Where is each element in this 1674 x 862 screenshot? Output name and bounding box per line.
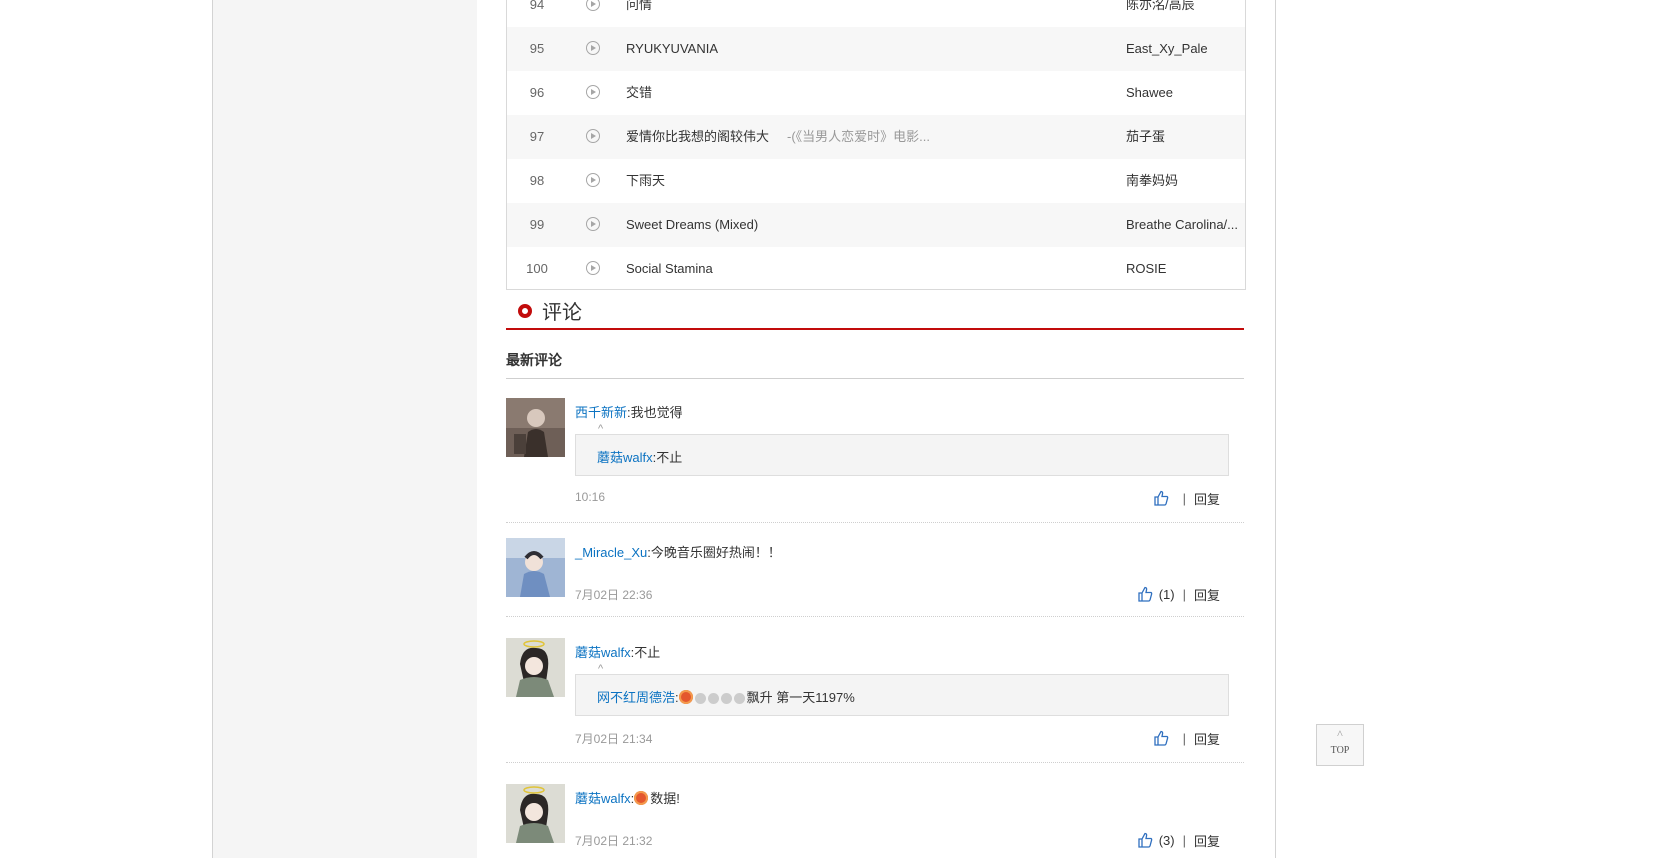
track-row: 94 问情 陈亦洺/高辰 <box>507 0 1245 27</box>
track-rank: 98 <box>529 173 545 188</box>
like-count: (3) <box>1158 832 1175 848</box>
reply-button[interactable]: 回复 <box>1194 585 1220 604</box>
play-icon[interactable] <box>586 217 600 231</box>
comment-username[interactable]: 蘑菇walfx <box>575 645 631 660</box>
comment-content: 数据! <box>650 791 680 806</box>
comment-username[interactable]: _Miracle_Xu <box>575 545 647 560</box>
comment-timestamp: 7月02日 21:32 <box>575 834 653 848</box>
track-artist[interactable]: 茄子蛋 <box>1126 115 1245 159</box>
track-row: 95 RYUKYUVANIA East_Xy_Pale <box>507 27 1245 71</box>
emoji-icon <box>707 693 719 704</box>
comment-text: _Miracle_Xu:今晚音乐圈好热闹！！ <box>575 545 781 560</box>
section-bullet-icon <box>518 304 532 318</box>
track-row: 100 Social Stamina ROSIE <box>507 247 1245 289</box>
top-label: TOP <box>1330 745 1350 756</box>
comment-actions: | 回复 <box>1153 488 1220 508</box>
reply-text: 蘑菇walfx:不止 <box>597 450 683 465</box>
comment-item: 西千新新:我也觉得 ^ 蘑菇walfx:不止 10:16 | 回复 <box>506 398 1244 523</box>
play-icon[interactable] <box>586 0 600 11</box>
track-title[interactable]: RYUKYUVANIA <box>626 27 718 71</box>
thumbs-up-icon[interactable] <box>1153 730 1169 746</box>
comment-actions: (1) | 回复 <box>1137 584 1220 604</box>
comment-item: 蘑菇walfx: 数据! 7月02日 21:32 (3) | 回复 <box>506 784 1244 862</box>
track-rank: 96 <box>529 85 545 100</box>
track-row: 98 下雨天 南拳妈妈 <box>507 159 1245 203</box>
play-icon[interactable] <box>586 41 600 55</box>
emoji-icon <box>720 693 732 704</box>
comment-content: 我也觉得 <box>630 405 683 420</box>
track-row: 96 交错 Shawee <box>507 71 1245 115</box>
left-sidebar-panel <box>212 0 479 858</box>
comment-timestamp: 10:16 <box>575 490 606 504</box>
avatar[interactable] <box>506 398 565 457</box>
reply-button[interactable]: 回复 <box>1194 729 1220 748</box>
avatar[interactable] <box>506 538 565 597</box>
comment-username[interactable]: 蘑菇walfx <box>575 791 631 806</box>
track-alias: -(《当男人恋爱时》电影... <box>787 129 931 144</box>
track-artist[interactable]: 陈亦洺/高辰 <box>1126 0 1245 27</box>
quoted-reply: ^ 蘑菇walfx:不止 <box>575 423 1229 476</box>
back-to-top-button[interactable]: ^ TOP <box>1316 724 1364 766</box>
track-row: 97 爱情你比我想的阁较伟大 -(《当男人恋爱时》电影... 茄子蛋 <box>507 115 1245 159</box>
thumbs-up-icon[interactable] <box>1137 586 1153 602</box>
avatar[interactable] <box>506 638 565 697</box>
play-icon[interactable] <box>586 173 600 187</box>
comment-timestamp: 7月02日 21:34 <box>575 732 653 746</box>
track-rank: 100 <box>526 261 548 276</box>
track-title[interactable]: Social Stamina <box>626 247 713 289</box>
play-icon[interactable] <box>586 261 600 275</box>
comment-item: 蘑菇walfx:不止 ^ 网不红周德浩: 飘升 第一天1197% 7月02日 21… <box>506 638 1244 763</box>
thumbs-up-icon[interactable] <box>1137 832 1153 848</box>
track-artist[interactable]: East_Xy_Pale <box>1126 27 1245 71</box>
track-rank: 95 <box>529 41 545 56</box>
comment-text: 蘑菇walfx:不止 <box>575 645 661 660</box>
track-row: 99 Sweet Dreams (Mixed) Breathe Carolina… <box>507 203 1245 247</box>
track-title[interactable]: 下雨天 <box>626 159 665 203</box>
reply-button[interactable]: 回复 <box>1194 489 1220 508</box>
track-rank: 94 <box>529 0 545 12</box>
track-artist[interactable]: 南拳妈妈 <box>1126 159 1245 203</box>
comment-text: 西千新新:我也觉得 <box>575 405 683 420</box>
reply-username[interactable]: 蘑菇walfx <box>597 450 653 465</box>
track-artist[interactable]: ROSIE <box>1126 247 1245 289</box>
track-title[interactable]: Sweet Dreams (Mixed) <box>626 203 758 247</box>
comments-section-header: 评论 <box>506 292 1244 330</box>
emoji-icon <box>634 791 649 805</box>
caret-up-icon: ^ <box>1337 727 1343 741</box>
emoji-icon <box>694 693 706 704</box>
play-icon[interactable] <box>586 85 600 99</box>
track-list-table: 94 问情 陈亦洺/高辰 95 RYUKYUVANIA East_Xy_Pale… <box>506 0 1246 290</box>
reply-button[interactable]: 回复 <box>1194 831 1220 850</box>
caret-up-icon: ^ <box>598 663 604 675</box>
comment-text: 蘑菇walfx: 数据! <box>575 791 680 806</box>
track-title[interactable]: 交错 <box>626 71 652 115</box>
quoted-reply: ^ 网不红周德浩: 飘升 第一天1197% <box>575 663 1229 716</box>
caret-up-icon: ^ <box>598 423 604 435</box>
track-title[interactable]: 问情 <box>626 0 652 27</box>
comment-timestamp: 7月02日 22:36 <box>575 588 653 602</box>
like-count: (1) <box>1158 586 1175 602</box>
comment-content: 今晚音乐圈好热闹！！ <box>650 545 781 560</box>
latest-comments-label: 最新评论 <box>506 346 1244 379</box>
track-artist[interactable]: Breathe Carolina/... <box>1126 203 1245 247</box>
reply-username[interactable]: 网不红周德浩 <box>597 690 675 705</box>
thumbs-up-icon[interactable] <box>1153 490 1169 506</box>
comment-username[interactable]: 西千新新 <box>575 405 627 420</box>
comment-content: 不止 <box>634 645 661 660</box>
track-rank: 99 <box>529 217 545 232</box>
comment-actions: (3) | 回复 <box>1137 830 1220 850</box>
play-icon[interactable] <box>586 129 600 143</box>
comment-actions: | 回复 <box>1153 728 1220 748</box>
comment-item: _Miracle_Xu:今晚音乐圈好热闹！！ 7月02日 22:36 (1) |… <box>506 538 1244 617</box>
emoji-icon <box>678 690 693 704</box>
comments-title: 评论 <box>542 302 582 324</box>
track-rank: 97 <box>529 129 545 144</box>
emoji-icon <box>733 693 745 704</box>
reply-text: 网不红周德浩: 飘升 第一天1197% <box>597 690 855 705</box>
avatar[interactable] <box>506 784 565 843</box>
track-title[interactable]: 爱情你比我想的阁较伟大 -(《当男人恋爱时》电影... <box>626 115 930 159</box>
track-artist[interactable]: Shawee <box>1126 71 1245 115</box>
